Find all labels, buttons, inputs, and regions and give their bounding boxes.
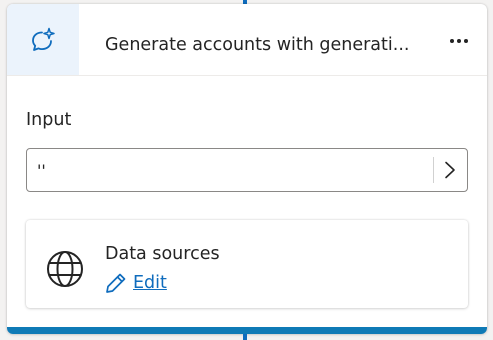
node-title: Generate accounts with generati...: [105, 35, 410, 55]
pencil-icon: [106, 273, 126, 293]
more-horizontal-icon: [450, 39, 468, 43]
data-sources-card: Data sources Edit: [26, 220, 468, 308]
input-expand-button[interactable]: [436, 151, 466, 189]
flow-connector-bottom: [243, 334, 247, 340]
input-field-container: [26, 148, 468, 192]
data-sources-title: Data sources: [105, 244, 220, 264]
node-header: Generate accounts with generati...: [7, 4, 487, 76]
edit-link-label: Edit: [133, 273, 167, 293]
input-label: Input: [26, 110, 72, 130]
more-options-button[interactable]: [444, 28, 474, 54]
node-bottom-accent-bar: [7, 327, 487, 334]
globe-icon: [47, 251, 83, 287]
input-field[interactable]: [37, 153, 427, 187]
node-icon-box: [7, 4, 79, 75]
chevron-right-icon: [445, 161, 455, 179]
input-divider: [433, 157, 434, 183]
copilot-chat-sparkle-icon: [32, 27, 55, 51]
action-node-card[interactable]: Generate accounts with generati... Input…: [7, 4, 487, 334]
